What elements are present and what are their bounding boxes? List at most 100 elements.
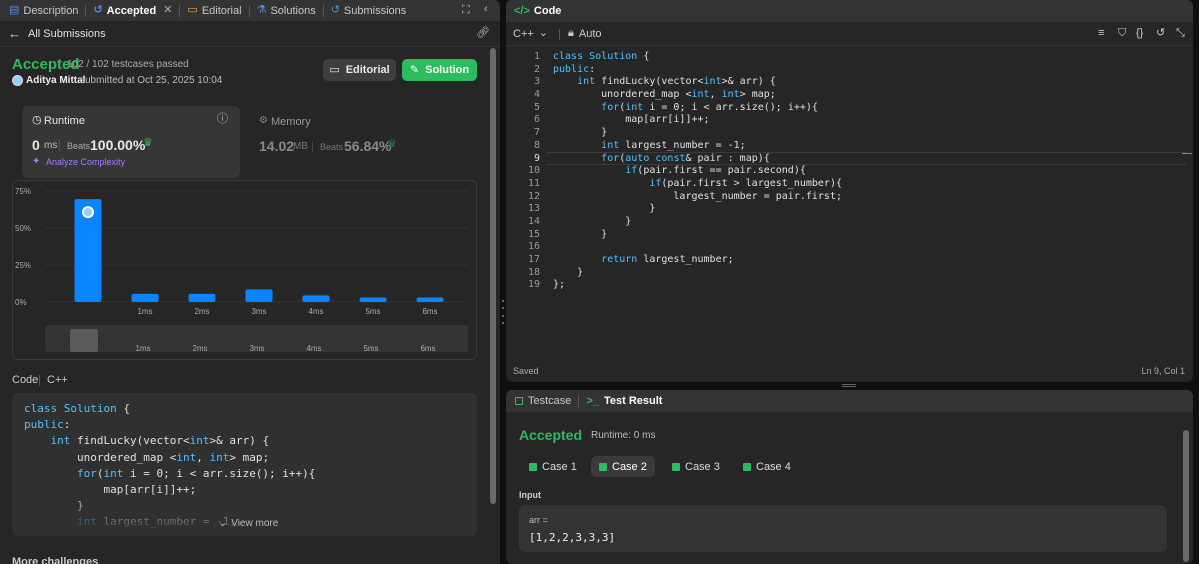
line-number: 15 xyxy=(527,228,540,240)
x-tick-label: 3ms xyxy=(251,307,266,316)
bookmark-icon[interactable]: ⛉ xyxy=(1118,28,1126,39)
editor-toolbar: C++ ⌄ 🔒︎ Auto ≡ ⛉ {} ↺ ⤡ xyxy=(506,22,1193,46)
x-tick-label: 1ms xyxy=(137,307,152,316)
beats-divider xyxy=(59,140,60,151)
x-tick-label: 5ms xyxy=(365,307,380,316)
test-status: Accepted xyxy=(519,427,583,443)
case-1-button[interactable]: Case 1 xyxy=(521,456,585,477)
overview-label: 2ms xyxy=(192,344,207,353)
line-code: if(pair.first == pair.second){ xyxy=(625,165,806,177)
line-code: map[arr[i]]++; xyxy=(553,114,710,126)
line-code: for(int i = 0; i < arr.size(); i++){ xyxy=(601,101,818,113)
line-code: }; xyxy=(553,279,566,291)
overview-selection xyxy=(70,329,98,352)
case-4-button[interactable]: Case 4 xyxy=(735,456,799,477)
tab-testcase[interactable]: Testcase xyxy=(512,391,574,412)
info-icon[interactable]: ⓘ xyxy=(217,114,228,125)
user-name[interactable]: Aditya Mittal xyxy=(26,75,85,86)
editor-line: 4 unordered_map <int, int> map; xyxy=(506,89,1042,102)
line-code: class Solution { xyxy=(553,51,650,62)
line-number: 12 xyxy=(527,190,540,202)
tab-divider xyxy=(578,395,580,407)
arrow-left-icon[interactable]: ← xyxy=(8,27,21,40)
input-label: Input xyxy=(519,490,541,500)
line-number: 6 xyxy=(533,114,540,126)
memory-unit: MB xyxy=(293,141,308,152)
collapse-icon[interactable]: ‹ xyxy=(484,4,488,15)
line-number: 19 xyxy=(527,279,540,291)
runtime-card[interactable]: ◷ Runtime ⓘ 0 ms Beats 100.00% ♛ ✦ Analy… xyxy=(22,106,240,178)
clock-icon: ◷ xyxy=(32,114,42,126)
line-code: return largest_number; xyxy=(601,254,734,265)
editor-line: 19}; xyxy=(506,279,1042,292)
tab-accepted[interactable]: ↺ Accepted ✕ xyxy=(90,0,175,21)
line-number: 4 xyxy=(533,89,540,101)
line-code: } xyxy=(553,266,584,278)
tab-editorial[interactable]: ▭ Editorial xyxy=(184,0,244,21)
reset-icon[interactable]: ↺ xyxy=(1156,28,1165,39)
editor-line: 17 return largest_number; xyxy=(506,254,1042,267)
analyze-complexity-link[interactable]: Analyze Complexity xyxy=(46,157,125,167)
input-box: arr = [1,2,2,3,3,3] xyxy=(519,505,1167,552)
editor-code-area[interactable]: 1 class Solution {2 public: 3 int findLucky… xyxy=(506,51,1042,292)
tab-solutions[interactable]: ⚗ Solutions xyxy=(254,0,319,21)
sparkle-icon: ✦ xyxy=(32,156,41,167)
all-submissions-link[interactable]: All Submissions xyxy=(28,28,106,40)
case-3-button[interactable]: Case 3 xyxy=(664,456,728,477)
solution-button[interactable]: ✎ Solution xyxy=(402,59,477,81)
result-scrollbar[interactable] xyxy=(1183,430,1189,562)
memory-title: Memory xyxy=(271,116,311,128)
maximize-icon[interactable]: ⛶ xyxy=(462,5,470,16)
tab-divider xyxy=(85,4,87,17)
line-number: 14 xyxy=(527,215,540,227)
line-number: 9 xyxy=(533,152,540,164)
editor-line: 12 largest_number = pair.first; xyxy=(506,191,1042,204)
code-lang: C++ xyxy=(47,374,68,386)
runtime-value: 0 xyxy=(32,137,40,153)
chart-bar xyxy=(416,297,444,302)
memory-card[interactable]: ⚙ Memory 14.02 MB Beats 56.84% ♛ xyxy=(250,106,475,178)
line-number: 10 xyxy=(527,165,540,177)
memory-beats-value: 56.84% xyxy=(344,138,392,154)
editor-line: 13 } xyxy=(506,203,1042,216)
braces-icon[interactable]: {} xyxy=(1136,28,1143,39)
book-icon: ▭ xyxy=(187,4,198,16)
beats-divider xyxy=(312,141,313,152)
input-var-name: arr = xyxy=(529,515,548,525)
terminal-icon: >_ xyxy=(586,394,599,407)
x-tick-label: 2ms xyxy=(194,307,209,316)
submission-panel: ▤ Description ↺ Accepted ✕ ▭ Editorial ⚗… xyxy=(0,0,500,564)
language-select[interactable]: C++ ⌄ xyxy=(513,28,548,41)
line-code: } xyxy=(553,127,608,139)
chart-bar xyxy=(245,289,273,302)
view-more-button[interactable]: ⌄ View more xyxy=(218,518,278,530)
memory-value: 14.02 xyxy=(259,138,295,154)
close-icon[interactable]: ✕ xyxy=(163,5,172,16)
overview-label: 1ms xyxy=(135,344,150,353)
checkbox-icon xyxy=(515,397,523,405)
y-tick-label: 25% xyxy=(15,261,31,270)
tab-divider xyxy=(322,4,324,17)
vertical-resize-handle[interactable] xyxy=(501,300,505,324)
line-code: public: xyxy=(553,63,596,75)
history-icon: ↺ xyxy=(330,4,340,16)
tab-test-result[interactable]: >_ Test Result xyxy=(583,391,665,412)
tab-description[interactable]: ▤ Description xyxy=(6,0,81,21)
cursor-position: Ln 9, Col 1 xyxy=(1141,366,1185,376)
runtime-distribution-chart: 75% 50% 25% 0% 1ms 2ms 3ms 4ms 5ms 6ms 1ms 2ms 3ms 4m… xyxy=(12,180,477,360)
editor-line: 8 int largest_number = -1; xyxy=(506,140,1042,153)
horizontal-resize-handle[interactable] xyxy=(842,384,856,387)
left-scrollbar[interactable] xyxy=(490,48,496,504)
code-label: Code xyxy=(12,374,39,386)
fullscreen-icon[interactable]: ⤡ xyxy=(1176,28,1185,39)
line-number: 1 xyxy=(533,51,540,62)
link-icon[interactable]: 🔗︎ xyxy=(476,28,490,39)
auto-mode-toggle[interactable]: 🔒︎ Auto xyxy=(568,28,602,41)
code-line: for(int i = 0; i < arr.size(); i++){ xyxy=(76,466,316,480)
editorial-button[interactable]: ▭ Editorial xyxy=(323,59,396,81)
case-2-button[interactable]: Case 2 xyxy=(591,456,655,477)
tab-submissions[interactable]: ↺ Submissions xyxy=(328,0,410,21)
code-icon: </> xyxy=(514,4,530,17)
format-icon[interactable]: ≡ xyxy=(1098,28,1104,39)
chart-bar xyxy=(359,297,387,302)
